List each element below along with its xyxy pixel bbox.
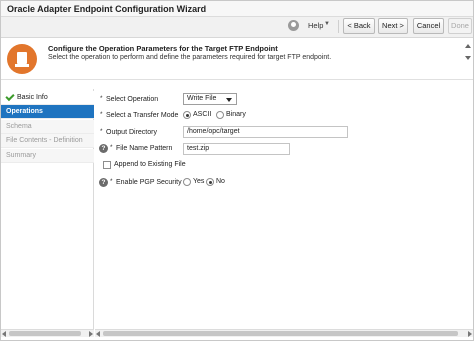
required-marker: * <box>110 178 113 185</box>
scroll-left-icon <box>96 331 100 337</box>
append-existing-file-checkbox[interactable] <box>103 161 111 169</box>
select-operation-label: Select Operation <box>106 96 159 103</box>
file-name-pattern-label: File Name Pattern <box>116 145 173 152</box>
content-horizontal-scrollbar[interactable] <box>95 329 473 337</box>
window-title: Oracle Adapter Endpoint Configuration Wi… <box>7 4 207 14</box>
help-question-icon[interactable]: ? <box>99 178 108 187</box>
transfer-mode-label: Select a Transfer Mode <box>106 112 179 119</box>
toolbar-divider <box>338 20 339 33</box>
required-marker: * <box>100 111 103 118</box>
wizard-step-nav: Basic Info Operations Schema File Conten… <box>1 89 94 329</box>
scroll-up-icon <box>465 44 471 48</box>
scrollbar-thumb <box>103 331 458 336</box>
transfer-mode-ascii-radio[interactable] <box>183 111 191 119</box>
banner-description: Select the operation to perform and defi… <box>48 54 332 61</box>
output-directory-label: Output Directory <box>106 129 157 136</box>
pgp-no-label: No <box>216 178 225 185</box>
help-menu-label[interactable]: Help <box>308 21 323 30</box>
back-button[interactable]: < Back <box>343 18 375 34</box>
help-icon[interactable] <box>288 20 299 31</box>
required-marker: * <box>100 128 103 135</box>
pgp-security-label: Enable PGP Security <box>116 179 182 186</box>
pgp-yes-radio[interactable] <box>183 178 191 186</box>
pgp-yes-label: Yes <box>193 178 205 185</box>
pgp-no-radio[interactable] <box>206 178 214 186</box>
scroll-left-icon <box>2 331 6 337</box>
nav-item-file-contents-definition[interactable]: File Contents - Definition <box>1 134 94 148</box>
title-bar: Oracle Adapter Endpoint Configuration Wi… <box>1 1 473 17</box>
scroll-right-icon <box>468 331 472 337</box>
banner-title: Configure the Operation Parameters for t… <box>48 44 278 53</box>
dropdown-caret-icon <box>226 98 232 102</box>
transfer-mode-binary-label: Binary <box>226 111 246 118</box>
help-question-icon[interactable]: ? <box>99 144 108 153</box>
nav-item-summary[interactable]: Summary <box>1 149 94 163</box>
nav-item-operations[interactable]: Operations <box>1 105 94 119</box>
append-existing-file-label: Append to Existing File <box>114 161 186 168</box>
transfer-mode-ascii-label: ASCII <box>193 111 212 118</box>
next-button[interactable]: Next > <box>378 18 408 34</box>
operation-select[interactable]: Write File <box>183 93 237 105</box>
output-directory-input[interactable]: /home/opc/target <box>183 126 348 138</box>
wizard-window: Oracle Adapter Endpoint Configuration Wi… <box>0 0 474 341</box>
chevron-down-icon[interactable]: ▼ <box>324 21 330 27</box>
required-marker: * <box>100 95 103 102</box>
nav-item-basic-info[interactable]: Basic Info <box>1 91 94 105</box>
transfer-mode-binary-radio[interactable] <box>216 111 224 119</box>
nav-item-schema[interactable]: Schema <box>1 120 94 134</box>
scroll-right-icon <box>89 331 93 337</box>
configure-endpoint-icon <box>7 44 37 74</box>
scrollbar-thumb <box>9 331 81 336</box>
banner-scroll-arrows[interactable] <box>463 43 473 63</box>
done-button[interactable]: Done <box>448 18 472 34</box>
operations-form: * Select Operation Write File * Select a… <box>95 89 473 329</box>
scroll-down-icon <box>465 56 471 60</box>
required-marker: * <box>110 144 113 151</box>
cancel-button[interactable]: Cancel <box>413 18 444 34</box>
file-name-pattern-input[interactable]: test.zip <box>183 143 290 155</box>
nav-horizontal-scrollbar[interactable] <box>1 329 94 337</box>
